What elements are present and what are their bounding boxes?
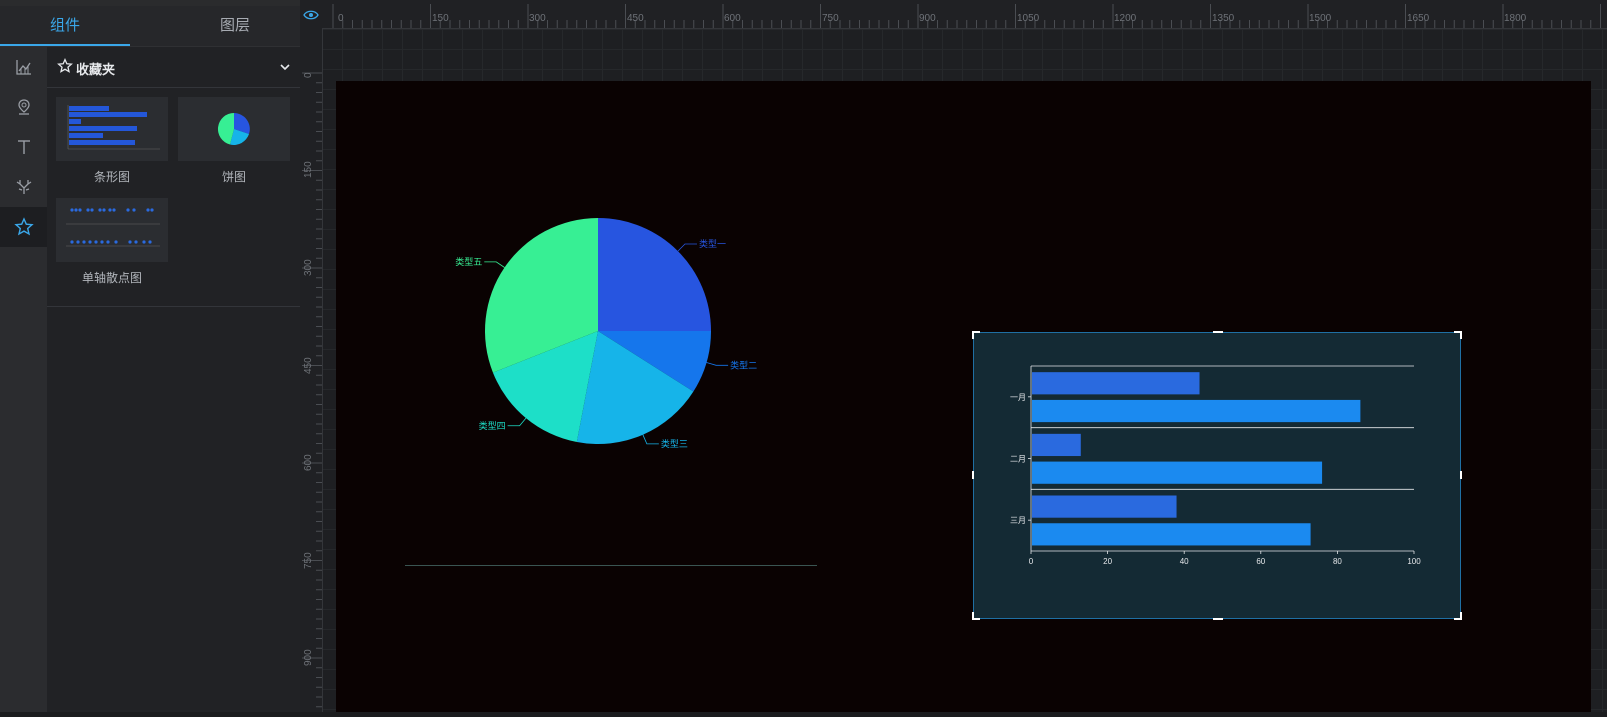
bar — [1032, 433, 1081, 457]
x-tick-label: 60 — [1256, 557, 1265, 566]
pie-label-line — [706, 362, 729, 366]
x-tick-label: 100 — [1407, 557, 1421, 566]
bar — [1032, 461, 1323, 484]
single-axis-scatter-thumbnail[interactable] — [56, 198, 168, 262]
scatter-chart-label: 单轴散点图 — [81, 271, 142, 285]
pie-label-line — [484, 261, 505, 268]
pie-chart[interactable]: 类型一类型二类型三 类型四 类型五 — [446, 211, 786, 561]
tab-components[interactable]: 组件 — [0, 6, 130, 46]
ruler-h-label: 450 — [627, 13, 644, 24]
panel-divider — [47, 306, 300, 307]
ruler-h-label: 600 — [724, 13, 741, 24]
horizontal-ruler[interactable]: 0 150 300 450 600 750 900 1050 1200 1350… — [300, 0, 1607, 29]
pie-chart-label: 饼图 — [221, 170, 246, 184]
pie-chart-thumbnail[interactable] — [178, 97, 290, 161]
divider-line — [405, 565, 817, 566]
bar-chart[interactable]: 一月二月三月 0 20 40 60 80 100 — [974, 333, 1460, 618]
pie-slice-label: 类型一 — [699, 238, 726, 249]
ruler-h-label: 150 — [432, 13, 449, 24]
y-category-label: 一月 — [1010, 393, 1026, 402]
pie-slice-label: 类型四 — [479, 420, 506, 431]
resize-handle[interactable] — [1213, 618, 1223, 620]
ruler-h-label: 1650 — [1407, 13, 1430, 24]
pie-slice-label: 类型三 — [661, 438, 688, 449]
ruler-v-label: 300 — [303, 259, 314, 276]
bar — [1032, 523, 1311, 546]
ruler-h-label: 300 — [529, 13, 546, 24]
resize-handle[interactable] — [1460, 331, 1462, 339]
bar — [1032, 372, 1200, 395]
resize-handle[interactable] — [1460, 471, 1462, 479]
pie-slice — [598, 218, 711, 331]
x-tick-label: 40 — [1180, 557, 1189, 566]
ruler-h-label: 1050 — [1017, 13, 1040, 24]
bar-chart-label: 条形图 — [93, 170, 130, 184]
favorites-panel: 收藏夹 条形图 饼图 单轴散点图 — [47, 47, 300, 712]
ruler-v-label: 900 — [303, 649, 314, 666]
resize-handle[interactable] — [972, 331, 974, 339]
ruler-v-label: 0 — [303, 72, 314, 78]
ruler-h-label: 0 — [338, 13, 344, 24]
pie-label-line — [507, 417, 527, 427]
ruler-v-label: 750 — [303, 552, 314, 569]
resize-handle[interactable] — [972, 471, 974, 479]
bar — [1032, 495, 1177, 518]
pie-label-line — [677, 243, 697, 252]
resize-handle[interactable] — [1213, 331, 1223, 333]
ruler-v-label: 450 — [303, 357, 314, 374]
x-tick-label: 80 — [1333, 557, 1342, 566]
bar-chart-thumbnail[interactable] — [56, 97, 168, 161]
chart-icon[interactable] — [0, 47, 47, 87]
category-icon-bar — [0, 47, 47, 712]
ruler-v-label: 600 — [303, 454, 314, 471]
ruler-h-label: 1500 — [1309, 13, 1332, 24]
ruler-h-label: 750 — [822, 13, 839, 24]
antler-icon[interactable] — [0, 167, 47, 207]
map-pin-icon[interactable] — [0, 87, 47, 127]
tab-layers[interactable]: 图层 — [170, 6, 300, 46]
pie-slice-label: 类型二 — [730, 359, 757, 370]
chevron-down-icon[interactable] — [279, 60, 291, 78]
bar — [1032, 399, 1361, 423]
bar-chart-component[interactable]: 一月二月三月 0 20 40 60 80 100 — [972, 331, 1462, 620]
pie-label-line — [642, 434, 659, 445]
resize-handle[interactable] — [1460, 612, 1462, 620]
text-icon[interactable] — [0, 127, 47, 167]
ruler-v-label: 150 — [303, 161, 314, 178]
ruler-h-label: 1800 — [1504, 13, 1527, 24]
ruler-h-label: 1350 — [1212, 13, 1235, 24]
favorites-title: 收藏夹 — [76, 62, 116, 77]
star-outline-icon — [57, 58, 73, 79]
ruler-h-label: 900 — [919, 13, 936, 24]
x-tick-label: 0 — [1029, 557, 1034, 566]
resize-handle[interactable] — [972, 612, 974, 620]
panel-tabs: 组件 图层 — [0, 6, 300, 47]
ruler-corner[interactable] — [300, 0, 322, 28]
ruler-h-label: 1200 — [1114, 13, 1137, 24]
favorites-header[interactable]: 收藏夹 — [47, 47, 300, 88]
y-category-label: 二月 — [1010, 455, 1026, 464]
x-tick-label: 20 — [1103, 557, 1112, 566]
vertical-ruler[interactable]: 0 150 300 450 600 750 900 — [300, 28, 323, 712]
y-category-label: 三月 — [1010, 516, 1026, 525]
pie-slice-label: 类型五 — [455, 256, 482, 267]
eye-icon[interactable] — [303, 8, 319, 26]
star-icon[interactable] — [0, 207, 47, 247]
